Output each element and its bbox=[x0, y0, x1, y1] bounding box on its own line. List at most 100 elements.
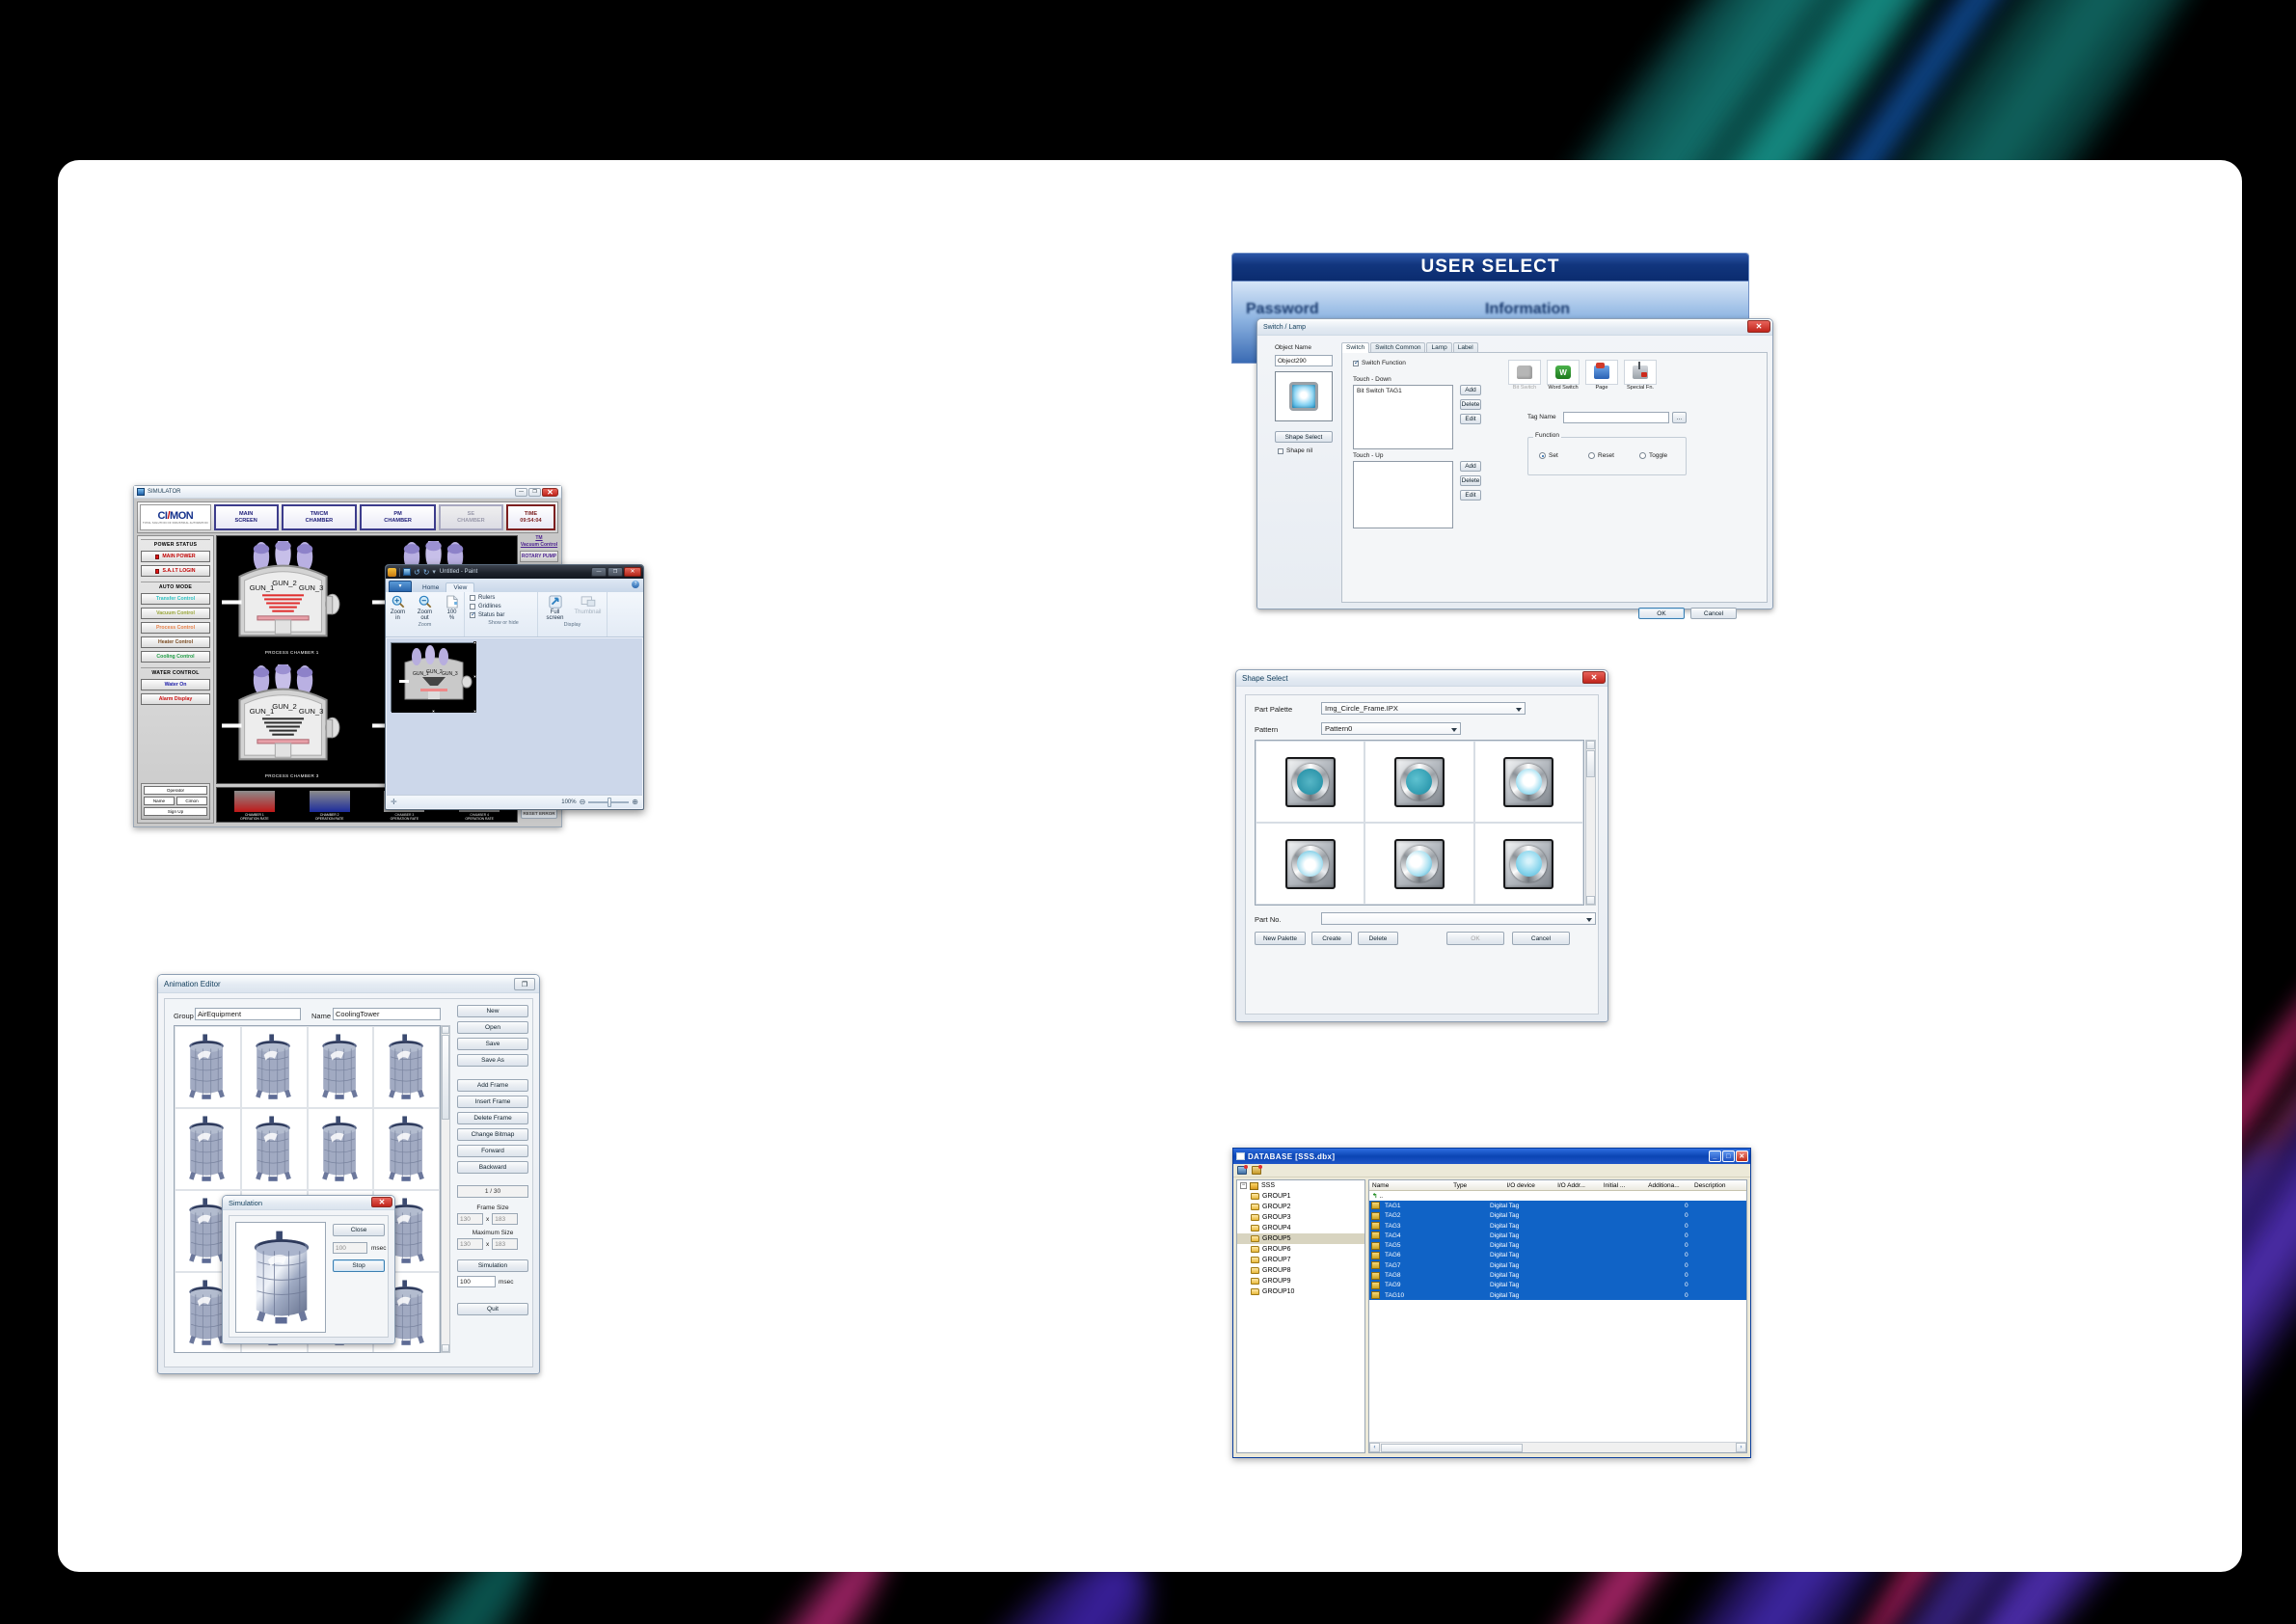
animation-frame[interactable] bbox=[240, 1108, 308, 1190]
set-radio[interactable] bbox=[1539, 452, 1546, 459]
part-no-combo[interactable] bbox=[1321, 912, 1596, 925]
table-row[interactable]: TAG6 Digital Tag 0 bbox=[1369, 1250, 1746, 1261]
animation-frame[interactable] bbox=[175, 1108, 241, 1190]
sign-up-button[interactable]: Sign Up bbox=[144, 807, 207, 816]
cancel-button[interactable]: Cancel bbox=[1690, 608, 1737, 619]
toggle-radio[interactable] bbox=[1639, 452, 1646, 459]
touch-down-item[interactable]: Bit Switch TAG1 bbox=[1357, 388, 1449, 394]
col-io-device[interactable]: I/O device bbox=[1507, 1182, 1557, 1189]
tab-view[interactable]: View bbox=[446, 582, 475, 592]
new-button[interactable]: New bbox=[457, 1005, 528, 1017]
touch-up-delete-button[interactable]: Delete bbox=[1460, 475, 1481, 486]
special-fn-type-button[interactable]: Special Fn. bbox=[1624, 360, 1657, 391]
sidebar-item-process-control[interactable]: Process Control bbox=[141, 622, 210, 634]
scroll-up-icon[interactable] bbox=[442, 1026, 449, 1034]
simulation-button[interactable]: Simulation bbox=[457, 1259, 528, 1272]
forward-button[interactable]: Forward bbox=[457, 1145, 528, 1157]
tag-browse-button[interactable]: ... bbox=[1672, 412, 1687, 423]
tree-item-list[interactable]: GROUP1 GROUP2 GROUP3 GROUP4 GROUP5 GROUP6 GROU… bbox=[1237, 1191, 1364, 1297]
selection-handle-br[interactable] bbox=[473, 710, 476, 713]
sidebar-sections[interactable]: POWER STATUS MAIN POWER S.A.I.T LOGIN AUTO … bbox=[141, 539, 210, 705]
zoom-100-button[interactable]: 100 % bbox=[440, 594, 465, 621]
status-bar-checkbox-row[interactable]: Status bar bbox=[470, 610, 537, 618]
zoom-out-button[interactable]: Zoom out bbox=[413, 594, 438, 621]
add-frame-button[interactable]: Add Frame bbox=[457, 1079, 528, 1092]
touch-up-add-button[interactable]: Add bbox=[1460, 461, 1481, 472]
table-row[interactable]: TAG3 Digital Tag 0 bbox=[1369, 1220, 1746, 1232]
new-tag-icon[interactable] bbox=[1237, 1165, 1248, 1175]
animation-frame[interactable] bbox=[240, 1026, 308, 1108]
minimize-icon[interactable]: _ bbox=[1709, 1150, 1721, 1162]
shape-cell-2[interactable] bbox=[1473, 741, 1583, 823]
tree-item-group2[interactable]: GROUP2 bbox=[1237, 1202, 1364, 1212]
operator-panel[interactable]: Operator Name Cimon Sign Up bbox=[141, 783, 210, 820]
user-select-tab-password[interactable]: Password bbox=[1246, 301, 1319, 318]
database-titlebar[interactable]: DATABASE [SSS.dbx] _ □ ✕ bbox=[1233, 1149, 1750, 1164]
tree-item-group7[interactable]: GROUP7 bbox=[1237, 1255, 1364, 1265]
database-tree[interactable]: − SSS GROUP1 GROUP2 GROUP3 GROUP4 GROUP5 GROU… bbox=[1236, 1179, 1365, 1453]
paint-statusbar[interactable]: ✛ 100% ⊖ ⊕ bbox=[387, 795, 642, 808]
listview-header[interactable]: Name Type I/O device I/O Addr... Initial… bbox=[1369, 1180, 1746, 1191]
save-button[interactable]: Save bbox=[457, 1038, 528, 1050]
tree-item-group3[interactable]: GROUP3 bbox=[1237, 1212, 1364, 1223]
sidebar-item-water-on[interactable]: Water On bbox=[141, 679, 210, 690]
scroll-down-icon[interactable] bbox=[1586, 896, 1595, 905]
redo-icon[interactable]: ↻ bbox=[423, 568, 430, 577]
close-icon[interactable]: ✕ bbox=[1582, 671, 1606, 684]
tree-item-group6[interactable]: GROUP6 bbox=[1237, 1244, 1364, 1255]
paint-tabrow[interactable]: ▾ Home View ? bbox=[386, 579, 643, 592]
simulation-stop-button[interactable]: Stop bbox=[333, 1259, 385, 1272]
backward-button[interactable]: Backward bbox=[457, 1161, 528, 1174]
animation-editor-titlebar[interactable]: Animation Editor ❐ bbox=[158, 975, 539, 993]
switch-function-checkbox[interactable] bbox=[1353, 359, 1360, 366]
zoom-slider[interactable] bbox=[588, 797, 630, 807]
maximize-icon[interactable]: ❐ bbox=[528, 487, 541, 497]
tm-vacuum-control-link[interactable]: TM Vacuum Control bbox=[520, 535, 558, 548]
touch-up-edit-button[interactable]: Edit bbox=[1460, 490, 1481, 501]
sidebar-item-vacuum-control[interactable]: Vacuum Control bbox=[141, 608, 210, 619]
shape-grid-scrollbar[interactable] bbox=[1585, 740, 1596, 906]
animation-frame[interactable] bbox=[307, 1108, 374, 1190]
scroll-up-icon[interactable] bbox=[1586, 741, 1595, 749]
shape-cell-0[interactable] bbox=[1256, 741, 1365, 823]
paint-app-menu-button[interactable]: ▾ bbox=[389, 581, 412, 592]
process-chamber[interactable]: GUN_1 GUN_2 GUN_3 PROCESS CHAMBER 3 bbox=[217, 660, 367, 783]
restore-icon[interactable]: ❐ bbox=[514, 978, 535, 990]
close-icon[interactable]: ✕ bbox=[1747, 320, 1770, 333]
edit-tag-icon[interactable] bbox=[1252, 1165, 1262, 1175]
sidebar-item-s-a-i-t-login[interactable]: S.A.I.T LOGIN bbox=[141, 565, 210, 577]
object-name-field[interactable]: Object290 bbox=[1275, 355, 1333, 366]
delete-frame-button[interactable]: Delete Frame bbox=[457, 1112, 528, 1124]
zoom-minus-icon[interactable]: ⊖ bbox=[580, 798, 586, 806]
nav-tm-cm-chamber[interactable]: TM/CM CHAMBER bbox=[281, 504, 358, 530]
part-palette-combo[interactable]: Img_Circle_Frame.IPX bbox=[1321, 702, 1526, 715]
tree-root[interactable]: − SSS bbox=[1237, 1180, 1364, 1191]
shape-select-titlebar[interactable]: Shape Select ✕ bbox=[1236, 670, 1607, 687]
customize-icon[interactable]: ▾ bbox=[432, 568, 436, 576]
scroll-right-icon[interactable]: › bbox=[1736, 1443, 1746, 1452]
insert-frame-button[interactable]: Insert Frame bbox=[457, 1096, 528, 1108]
tab-home[interactable]: Home bbox=[416, 583, 446, 592]
listview-rows[interactable]: TAG1 Digital Tag 0 TAG2 Digital Tag 0 TAG3 Digi… bbox=[1369, 1201, 1746, 1301]
table-row[interactable]: TAG7 Digital Tag 0 bbox=[1369, 1260, 1746, 1271]
bit-switch-type-button[interactable]: Bit Switch bbox=[1508, 360, 1541, 391]
animation-frame[interactable] bbox=[175, 1026, 241, 1108]
change-bitmap-button[interactable]: Change Bitmap bbox=[457, 1128, 528, 1141]
paint-canvas-area[interactable]: GUN_1 GUN_2 GUN_3 bbox=[387, 638, 642, 795]
shape-cell-4[interactable] bbox=[1364, 823, 1474, 905]
reset-radio[interactable] bbox=[1588, 452, 1595, 459]
simulator-right-panel[interactable]: TM Vacuum Control ROTARY PUMP bbox=[520, 535, 558, 562]
col-description[interactable]: Description bbox=[1694, 1182, 1746, 1189]
tree-item-group4[interactable]: GROUP4 bbox=[1237, 1223, 1364, 1233]
database-listview[interactable]: Name Type I/O device I/O Addr... Initial… bbox=[1368, 1179, 1747, 1453]
tree-item-group1[interactable]: GROUP1 bbox=[1237, 1191, 1364, 1202]
tree-item-group8[interactable]: GROUP8 bbox=[1237, 1265, 1364, 1276]
rulers-checkbox[interactable] bbox=[470, 595, 475, 601]
simulator-titlebar[interactable]: SIMULATOR — ❐ ✕ bbox=[134, 486, 561, 499]
sidebar-item-main-power[interactable]: MAIN POWER bbox=[141, 551, 210, 562]
selection-handle-mr[interactable] bbox=[473, 675, 476, 678]
delete-button[interactable]: Delete bbox=[1358, 932, 1398, 945]
ok-button[interactable]: OK bbox=[1638, 608, 1685, 619]
col-type[interactable]: Type bbox=[1453, 1182, 1507, 1189]
zoom-slider-thumb[interactable] bbox=[608, 797, 612, 807]
